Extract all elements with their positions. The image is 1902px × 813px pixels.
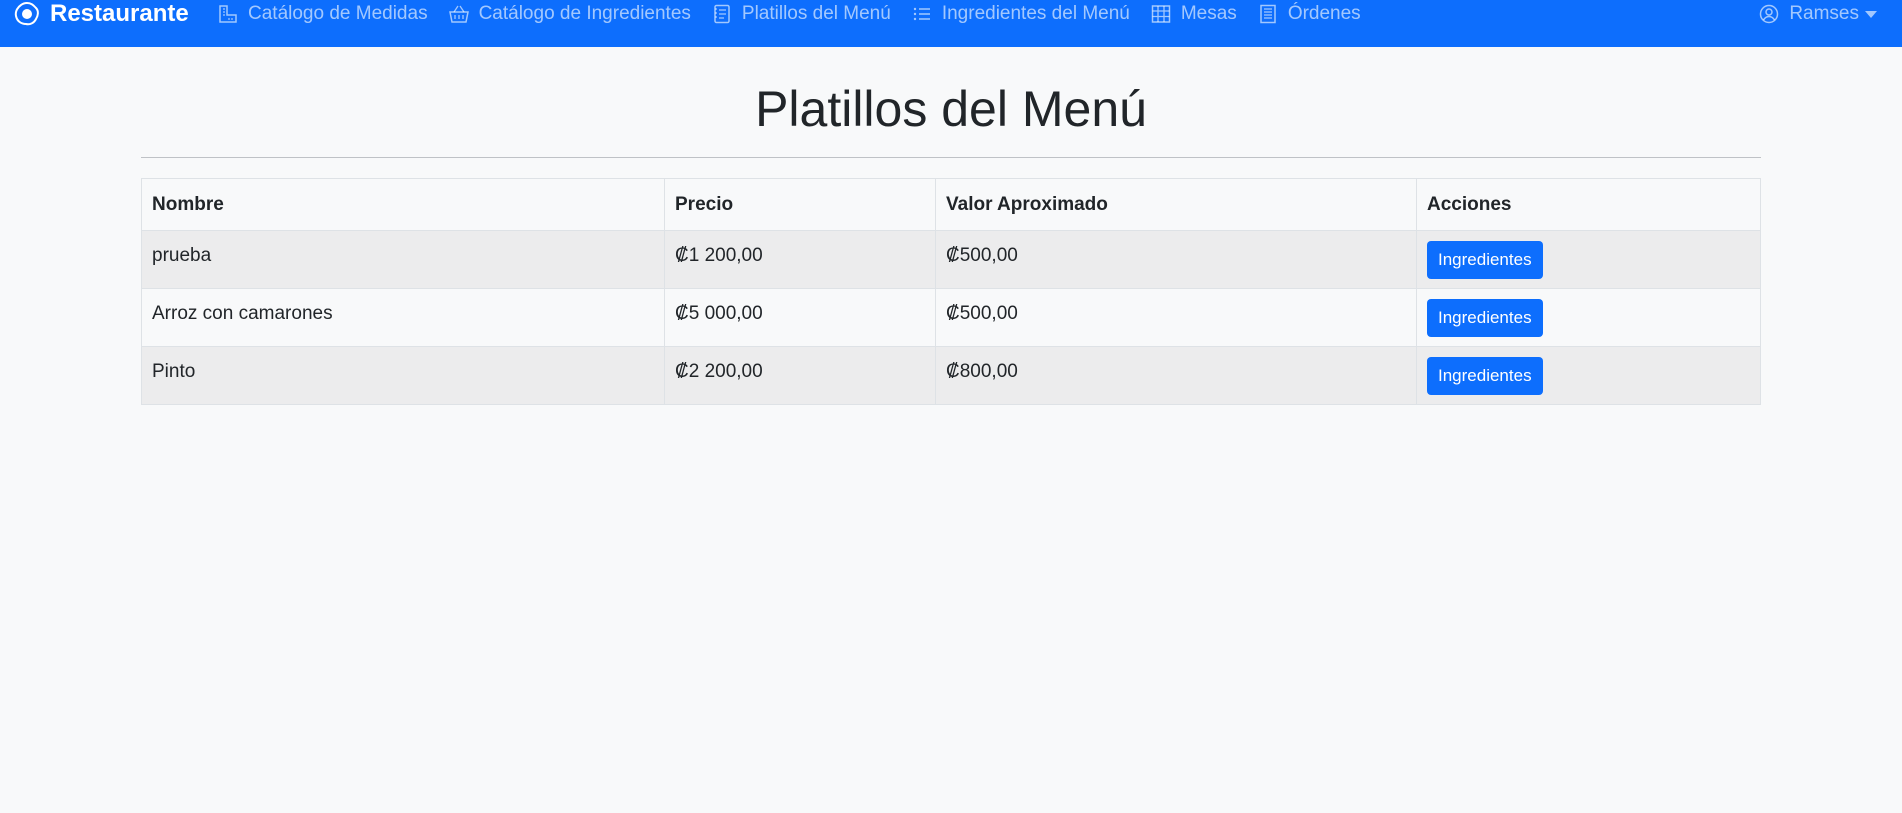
ingredientes-button[interactable]: Ingredientes bbox=[1427, 241, 1543, 279]
header-valor-aproximado: Valor Aproximado bbox=[935, 178, 1417, 231]
cell-valor: ₡500,00 bbox=[935, 288, 1417, 347]
cell-acciones: Ingredientes bbox=[1416, 346, 1761, 405]
basket-icon bbox=[448, 4, 469, 24]
person-circle-icon bbox=[1759, 4, 1779, 24]
cell-precio: ₡2 200,00 bbox=[664, 346, 936, 405]
nav-item-label: Catálogo de Medidas bbox=[248, 3, 428, 24]
nav-item-ingredientes-menu[interactable]: Ingredientes del Menú bbox=[912, 3, 1130, 25]
table-row: prueba ₡1 200,00 ₡500,00 Ingredientes bbox=[141, 230, 1761, 289]
header-acciones: Acciones bbox=[1416, 178, 1761, 231]
nav-item-label: Platillos del Menú bbox=[741, 3, 891, 24]
table-row: Arroz con camarones ₡5 000,00 ₡500,00 In… bbox=[141, 288, 1761, 347]
cell-precio: ₡1 200,00 bbox=[664, 230, 936, 289]
cell-acciones: Ingredientes bbox=[1416, 288, 1761, 347]
nav-item-catalogo-ingredientes[interactable]: Catálogo de Ingredientes bbox=[448, 3, 691, 25]
nav-item-label: Mesas bbox=[1180, 3, 1237, 24]
cell-nombre: Arroz con camarones bbox=[141, 288, 665, 347]
egg-fried-icon bbox=[14, 1, 40, 27]
nav-item-mesas[interactable]: Mesas bbox=[1151, 3, 1237, 25]
cell-nombre: prueba bbox=[141, 230, 665, 289]
cell-valor: ₡500,00 bbox=[935, 230, 1417, 289]
user-name: Ramses bbox=[1789, 3, 1859, 24]
cell-precio: ₡5 000,00 bbox=[664, 288, 936, 347]
nav-item-label: Catálogo de Ingredientes bbox=[478, 3, 691, 24]
receipt-icon bbox=[1258, 4, 1278, 24]
table-header-row: Nombre Precio Valor Aproximado Acciones bbox=[141, 178, 1761, 231]
nav-item-label: Órdenes bbox=[1287, 3, 1361, 24]
nav-item-label: Ingredientes del Menú bbox=[941, 3, 1130, 24]
page-title: Platillos del Menú bbox=[755, 81, 1147, 137]
brand-label: Restaurante bbox=[50, 0, 189, 27]
header-precio: Precio bbox=[664, 178, 936, 231]
nav-item-platillos-menu[interactable]: Platillos del Menú bbox=[712, 3, 891, 25]
cell-valor: ₡800,00 bbox=[935, 346, 1417, 405]
nav-links: Catálogo de Medidas Catálogo de Ingredie… bbox=[218, 0, 1382, 28]
journal-icon bbox=[712, 4, 732, 24]
user-dropdown[interactable]: Ramses bbox=[1759, 0, 1877, 28]
divider bbox=[141, 157, 1761, 158]
list-icon bbox=[912, 4, 932, 24]
table-row: Pinto ₡2 200,00 ₡800,00 Ingredientes bbox=[141, 346, 1761, 405]
ingredientes-button[interactable]: Ingredientes bbox=[1427, 357, 1543, 395]
cell-acciones: Ingredientes bbox=[1416, 230, 1761, 289]
ruler-icon bbox=[218, 4, 238, 24]
caret-down-icon bbox=[1865, 10, 1877, 18]
table-grid-icon bbox=[1151, 4, 1171, 24]
platillos-table: Nombre Precio Valor Aproximado Acciones … bbox=[141, 178, 1761, 405]
ingredientes-button[interactable]: Ingredientes bbox=[1427, 299, 1543, 337]
brand-link[interactable]: Restaurante bbox=[14, 0, 189, 28]
header-nombre: Nombre bbox=[141, 178, 665, 231]
nav-item-catalogo-medidas[interactable]: Catálogo de Medidas bbox=[218, 3, 428, 25]
nav-item-ordenes[interactable]: Órdenes bbox=[1258, 3, 1361, 25]
cell-nombre: Pinto bbox=[141, 346, 665, 405]
top-navbar: Restaurante Catálogo de Medidas Catálogo… bbox=[0, 0, 1902, 47]
